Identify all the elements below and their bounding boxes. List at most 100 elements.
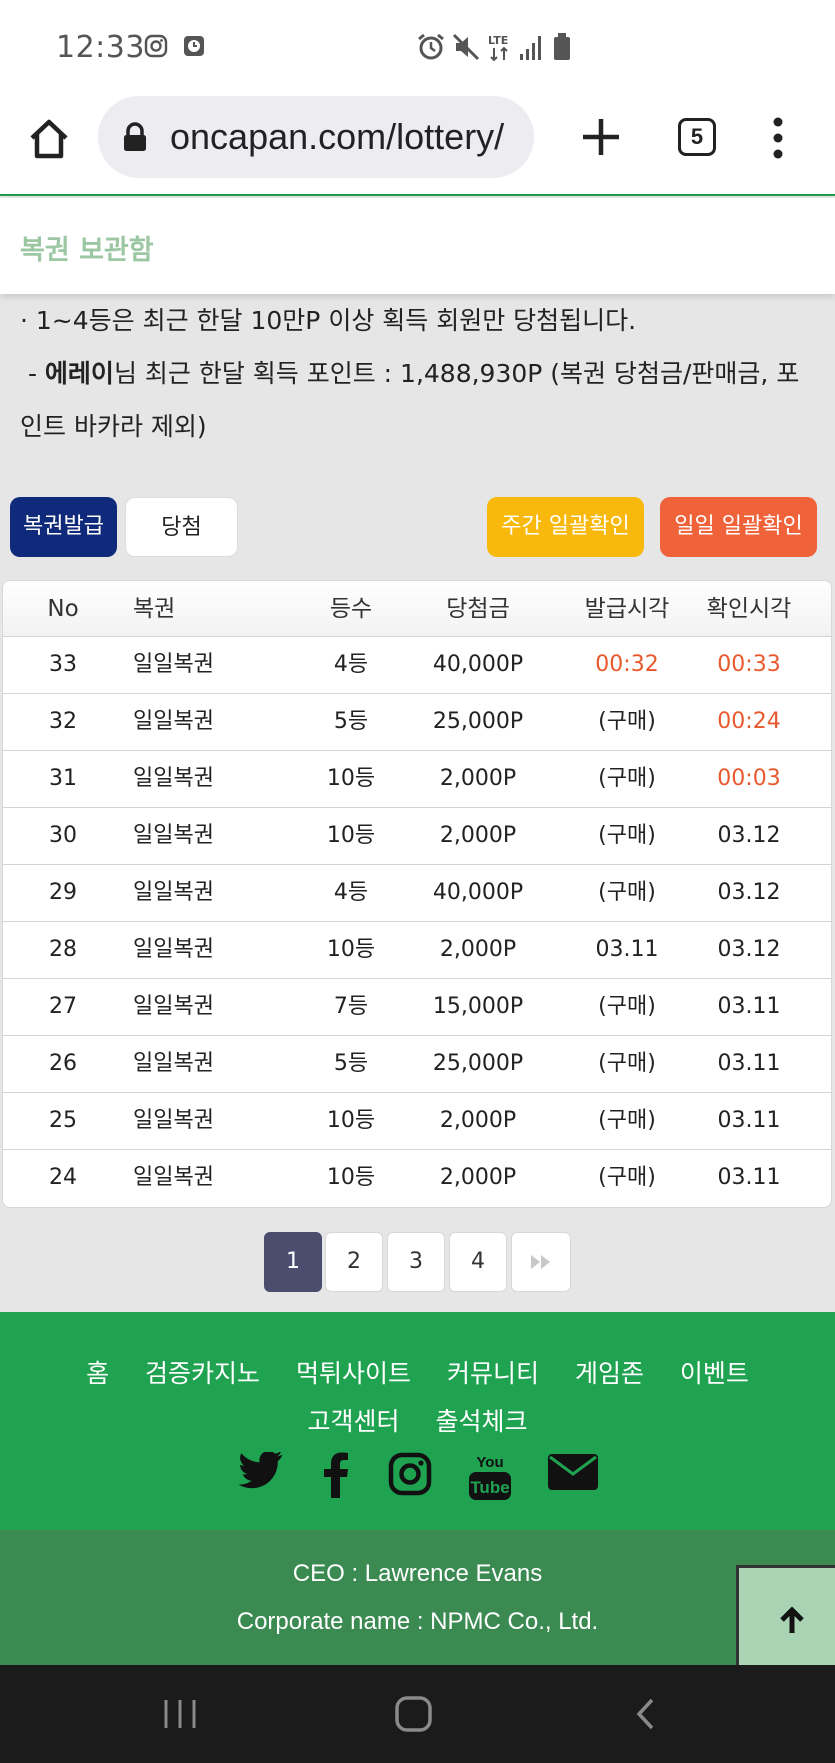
row-prize: 40,000P — [432, 880, 524, 905]
table-header: No 복권 등수 당첨금 발급시각 확인시각 — [3, 581, 831, 637]
row-prize: 2,000P — [439, 823, 517, 848]
row-rank: 7등 — [333, 994, 369, 1019]
svg-text:You: You — [476, 1454, 503, 1471]
notice-line-2-text: 님 최근 한달 획득 포인트 : 1,488,930P (복권 당첨금/판매금,… — [113, 359, 800, 388]
row-checked-time: 03.11 — [717, 1051, 781, 1076]
back-to-top-button[interactable] — [736, 1565, 835, 1677]
header-lottery: 복권 — [133, 596, 176, 622]
header-no: No — [47, 596, 79, 622]
footer-link-home[interactable]: 홈 — [86, 1359, 109, 1388]
page-title: 복권 보관함 — [20, 235, 154, 266]
footer-link-attendance[interactable]: 출석체크 — [435, 1407, 527, 1436]
battery-icon — [554, 33, 570, 60]
header-checked-time: 확인시각 — [706, 596, 792, 622]
daily-bulk-check-button[interactable]: 일일 일괄확인 — [660, 497, 817, 557]
row-lottery: 일일복권 — [133, 709, 214, 734]
instagram-icon[interactable] — [388, 1452, 432, 1496]
row-no: 33 — [49, 652, 77, 677]
system-navigation-bar — [0, 1665, 835, 1763]
winning-button[interactable]: 당첨 — [125, 497, 238, 557]
row-checked-time: 03.12 — [717, 823, 781, 848]
instagram-notification-icon — [144, 34, 168, 58]
address-bar[interactable]: oncapan.com/lottery/ — [98, 96, 534, 178]
page-3-button[interactable]: 3 — [387, 1232, 445, 1292]
row-rank: 5등 — [333, 709, 369, 734]
row-lottery: 일일복권 — [133, 1108, 214, 1133]
table-row: 24 일일복권 10등 2,000P (구매) 03.11 — [3, 1150, 831, 1207]
new-tab-icon[interactable] — [580, 116, 622, 158]
user-name: 에레이 — [44, 359, 114, 388]
fast-forward-icon — [531, 1255, 550, 1269]
row-rank: 4등 — [333, 880, 369, 905]
row-no: 32 — [49, 709, 77, 734]
notice-line-2: - 에레이님 최근 한달 획득 포인트 : 1,488,930P (복권 당첨금… — [20, 359, 800, 388]
footer-link-scam-sites[interactable]: 먹튀사이트 — [296, 1359, 411, 1388]
tab-switcher-button[interactable]: 5 — [678, 118, 716, 156]
lock-icon — [124, 122, 146, 151]
row-prize: 25,000P — [432, 1051, 524, 1076]
footer-ceo: CEO : Lawrence Evans — [292, 1560, 543, 1587]
table-row: 26 일일복권 5등 25,000P (구매) 03.11 — [3, 1036, 831, 1093]
table-row: 27 일일복권 7등 15,000P (구매) 03.11 — [3, 979, 831, 1036]
row-issued-time: (구매) — [598, 1051, 656, 1076]
back-icon[interactable] — [632, 1697, 660, 1731]
facebook-icon[interactable] — [322, 1452, 350, 1498]
status-time: 12:33 — [56, 30, 145, 65]
table-row: 31 일일복권 10등 2,000P (구매) 00:03 — [3, 751, 831, 808]
issue-lottery-button[interactable]: 복권발급 — [10, 497, 117, 557]
footer-link-community[interactable]: 커뮤니티 — [447, 1359, 539, 1388]
row-issued-time: (구매) — [598, 1165, 656, 1190]
page-2-button[interactable]: 2 — [325, 1232, 383, 1292]
home-icon[interactable] — [26, 116, 72, 162]
row-issued-time: 03.11 — [595, 937, 659, 962]
twitter-icon[interactable] — [238, 1452, 284, 1492]
notice-text: · 1~4등은 최근 한달 10만P 이상 획득 회원만 당첨됩니다. - 에레… — [20, 294, 820, 453]
youtube-icon[interactable]: You Tube — [468, 1452, 512, 1502]
next-pages-button[interactable] — [511, 1232, 571, 1292]
row-rank: 4등 — [333, 652, 369, 677]
row-no: 26 — [49, 1051, 77, 1076]
header-rank: 등수 — [329, 596, 373, 622]
row-checked-time: 00:33 — [717, 652, 781, 677]
weekly-bulk-check-button[interactable]: 주간 일괄확인 — [487, 497, 644, 557]
clock-notification-icon — [184, 36, 204, 56]
row-lottery: 일일복권 — [133, 652, 214, 677]
row-checked-time: 00:03 — [717, 766, 781, 791]
footer-links-row-1: 홈 검증카지노 먹튀사이트 커뮤니티 게임존 이벤트 — [0, 1354, 835, 1390]
row-lottery: 일일복권 — [133, 823, 214, 848]
row-checked-time: 00:24 — [717, 709, 781, 734]
row-checked-time: 03.11 — [717, 1108, 781, 1133]
notice-line-1: · 1~4등은 최근 한달 10만P 이상 획득 회원만 당첨됩니다. — [20, 306, 637, 335]
row-prize: 15,000P — [432, 994, 524, 1019]
page-1-button[interactable]: 1 — [264, 1232, 322, 1292]
home-nav-icon[interactable] — [394, 1695, 434, 1733]
row-prize: 25,000P — [432, 709, 524, 734]
lte-label: LTE — [488, 34, 508, 47]
svg-text:Tube: Tube — [470, 1478, 509, 1497]
browser-toolbar: oncapan.com/lottery/ 5 — [0, 96, 835, 196]
footer-link-customer-center[interactable]: 고객센터 — [308, 1407, 400, 1436]
row-issued-time: (구매) — [598, 766, 656, 791]
mail-icon[interactable] — [548, 1452, 598, 1492]
row-checked-time: 03.11 — [717, 1165, 781, 1190]
row-prize: 2,000P — [439, 1108, 517, 1133]
footer-link-events[interactable]: 이벤트 — [680, 1359, 749, 1388]
row-lottery: 일일복권 — [133, 937, 214, 962]
row-lottery: 일일복권 — [133, 994, 214, 1019]
row-rank: 10등 — [326, 823, 376, 848]
page-4-button[interactable]: 4 — [449, 1232, 507, 1292]
footer-link-verified-casino[interactable]: 검증카지노 — [145, 1359, 260, 1388]
row-prize: 2,000P — [439, 766, 517, 791]
footer-links-row-2: 고객센터 출석체크 — [0, 1402, 835, 1438]
site-header: 복권 보관함 — [0, 198, 835, 294]
row-issued-time: (구매) — [598, 823, 656, 848]
footer-link-game-zone[interactable]: 게임존 — [575, 1359, 644, 1388]
row-checked-time: 03.12 — [717, 880, 781, 905]
table-row: 32 일일복권 5등 25,000P (구매) 00:24 — [3, 694, 831, 751]
table-row: 30 일일복권 10등 2,000P (구매) 03.12 — [3, 808, 831, 865]
more-menu-icon[interactable] — [766, 116, 790, 160]
table-row: 25 일일복권 10등 2,000P (구매) 03.11 — [3, 1093, 831, 1150]
footer-corporate-name: Corporate name : NPMC Co., Ltd. — [236, 1608, 599, 1635]
recent-apps-icon[interactable] — [160, 1697, 200, 1731]
url-text[interactable]: oncapan.com/lottery/ — [170, 116, 504, 158]
